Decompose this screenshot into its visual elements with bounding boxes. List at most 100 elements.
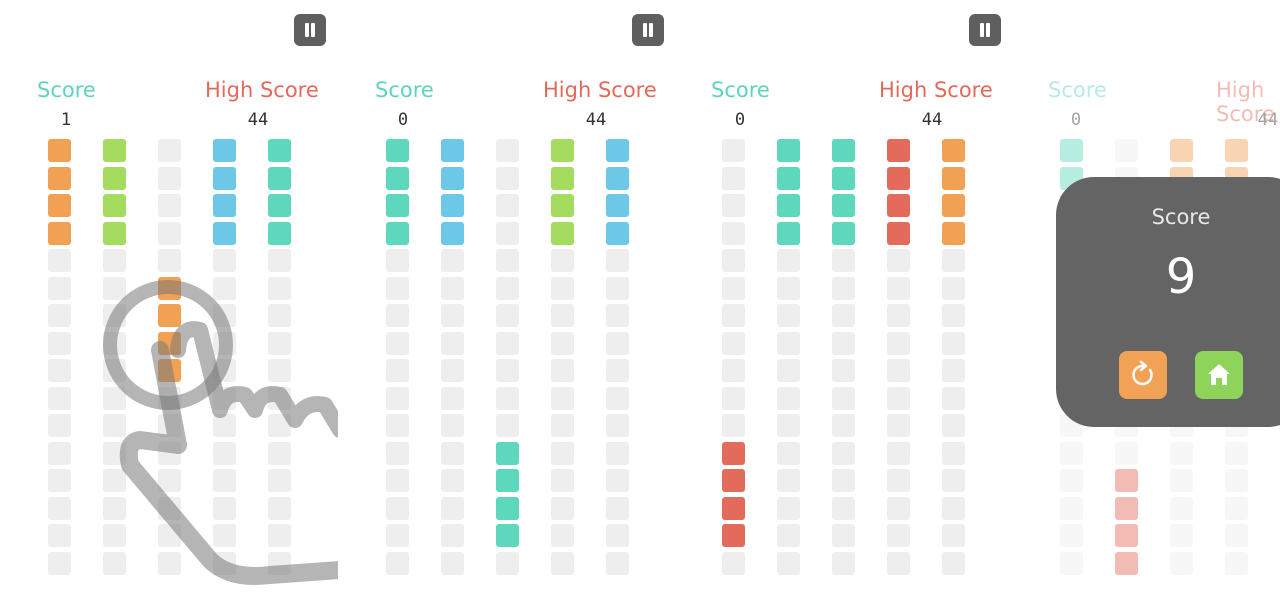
pause-icon-bar <box>986 23 990 37</box>
tile-empty <box>268 249 291 272</box>
tile-empty <box>832 524 855 547</box>
score-label: Score <box>375 78 434 102</box>
tile-filled <box>606 166 629 190</box>
tile-empty <box>48 524 71 547</box>
tile-filled <box>551 221 574 245</box>
home-icon <box>1208 364 1230 385</box>
tile-empty <box>887 496 910 520</box>
final-score-value: 9 <box>1165 249 1197 305</box>
tile-empty <box>551 276 574 300</box>
tile-filled <box>887 194 910 217</box>
tile-empty <box>158 166 181 190</box>
tile-empty <box>777 331 800 355</box>
hand-pointer-icon <box>103 280 338 585</box>
tile-empty <box>48 249 71 272</box>
tile-empty <box>496 221 519 245</box>
tile-filled <box>441 166 464 190</box>
tile-filled <box>441 194 464 217</box>
tile-empty <box>551 249 574 272</box>
tile-empty <box>942 249 965 272</box>
tile-empty <box>48 496 71 520</box>
score-label: Score <box>711 78 770 102</box>
game-screen-1: Score High Score 1 44 <box>0 0 338 600</box>
pause-icon-bar <box>649 23 653 37</box>
tile-empty <box>942 496 965 520</box>
tile-empty <box>722 194 745 217</box>
tile-empty <box>386 524 409 547</box>
tile-empty <box>606 331 629 355</box>
tile-empty <box>551 551 574 575</box>
tile-filled <box>606 139 629 162</box>
tile-empty <box>48 469 71 492</box>
restart-button[interactable] <box>1119 351 1167 399</box>
tile-empty <box>496 139 519 162</box>
tile-empty <box>887 524 910 547</box>
tile-empty <box>606 551 629 575</box>
tile-empty <box>777 551 800 575</box>
tile-empty <box>777 276 800 300</box>
tile-empty <box>103 249 126 272</box>
tile-empty <box>722 221 745 245</box>
score-label: Score <box>37 78 96 102</box>
tile-empty <box>441 386 464 410</box>
game-screen-2: Score High Score 0 44 <box>338 0 674 600</box>
pause-button[interactable] <box>294 14 326 46</box>
tile-empty <box>777 469 800 492</box>
tile-empty <box>48 331 71 355</box>
tile-empty <box>777 249 800 272</box>
tile-empty <box>496 276 519 300</box>
tile-empty <box>777 524 800 547</box>
tile-filled <box>268 221 291 245</box>
tile-empty <box>942 304 965 327</box>
tile-filled <box>441 139 464 162</box>
tile-filled <box>48 166 71 190</box>
tile-empty <box>386 469 409 492</box>
tile-empty <box>158 221 181 245</box>
tile-filled <box>496 496 519 520</box>
tile-filled <box>213 166 236 190</box>
tile-empty <box>606 441 629 465</box>
final-score-label: Score <box>1151 205 1211 229</box>
tile-filled <box>832 194 855 217</box>
tile-empty <box>777 386 800 410</box>
tile-empty <box>496 331 519 355</box>
tile-empty <box>551 496 574 520</box>
tile-filled <box>777 194 800 217</box>
tile-filled <box>103 139 126 162</box>
home-button[interactable] <box>1195 351 1243 399</box>
tile-empty <box>887 249 910 272</box>
tile-filled <box>386 139 409 162</box>
tile-empty <box>832 551 855 575</box>
tile-empty <box>832 276 855 300</box>
tile-empty <box>832 496 855 520</box>
pause-button[interactable] <box>632 14 664 46</box>
tile-empty <box>887 414 910 437</box>
pause-button[interactable] <box>969 14 1001 46</box>
tile-filled <box>213 221 236 245</box>
tile-empty <box>606 249 629 272</box>
tile-empty <box>48 414 71 437</box>
tile-empty <box>777 359 800 382</box>
tile-empty <box>942 524 965 547</box>
tile-empty <box>551 441 574 465</box>
tile-empty <box>942 331 965 355</box>
tile-empty <box>441 469 464 492</box>
tile-empty <box>386 249 409 272</box>
tile-filled <box>103 221 126 245</box>
tile-filled <box>496 524 519 547</box>
tile-empty <box>606 386 629 410</box>
tile-empty <box>887 551 910 575</box>
tile-filled <box>268 194 291 217</box>
tile-empty <box>386 414 409 437</box>
high-score-value: 44 <box>585 110 607 130</box>
tile-empty <box>942 469 965 492</box>
tile-empty <box>887 304 910 327</box>
tile-empty <box>832 386 855 410</box>
tile-empty <box>441 304 464 327</box>
tile-filled <box>777 166 800 190</box>
game-over-dialog: Score 9 <box>1056 177 1280 427</box>
tile-filled <box>832 139 855 162</box>
tile-empty <box>942 441 965 465</box>
tile-filled <box>268 139 291 162</box>
tile-empty <box>722 249 745 272</box>
